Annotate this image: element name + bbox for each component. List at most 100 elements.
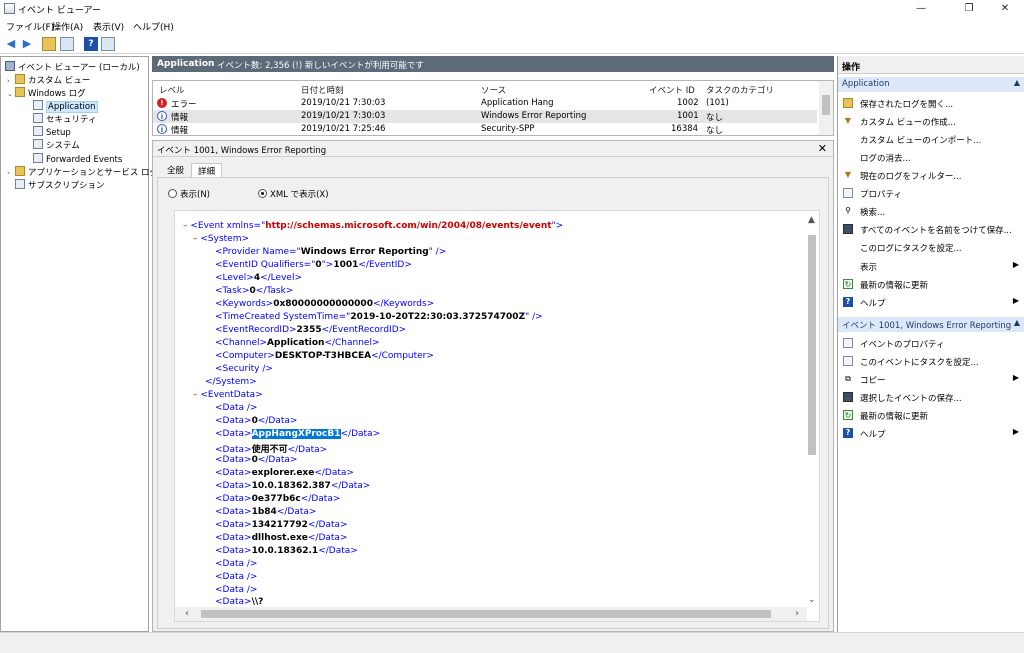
menu-view[interactable]: 表示(V) — [93, 20, 124, 33]
xml-line-data: <Data>0</Data> — [215, 455, 298, 465]
folder-icon — [15, 74, 25, 84]
forward-arrow-icon[interactable]: ▶ — [20, 37, 34, 51]
show-hide-tree-icon[interactable] — [60, 37, 74, 51]
filter-icon: ▼ — [844, 116, 852, 125]
log-icon — [33, 100, 43, 110]
scrollbar-thumb[interactable] — [201, 610, 771, 618]
menu-action[interactable]: 操作(A) — [52, 20, 83, 33]
column-header-task-category[interactable]: タスクのカテゴリ — [706, 84, 774, 96]
collapse-caret-icon[interactable]: ▲ — [1014, 318, 1020, 327]
xml-line-data: <Data>dllhost.exe</Data> — [215, 533, 348, 543]
event-row[interactable]: ! エラー 2019/10/21 7:30:03 Application Han… — [153, 97, 817, 110]
show-hide-action-pane-icon[interactable] — [101, 37, 115, 51]
action-refresh-event[interactable]: ↻ 最新の情報に更新 — [838, 406, 1024, 424]
xml-line-data: <Data>使用不可</Data> — [215, 445, 328, 455]
xml-line-eventrecordid: <EventRecordID>2355</EventRecordID> — [215, 325, 407, 335]
back-arrow-icon[interactable]: ◀ — [4, 37, 18, 51]
event-row[interactable]: i 情報 2019/10/21 7:25:46 Security-SPP 163… — [153, 123, 817, 135]
tree-item-apps-services-logs[interactable]: › アプリケーションとサービス ログ — [7, 166, 158, 179]
tab-details[interactable]: 詳細 — [191, 163, 223, 177]
tree-item-application[interactable]: Application — [33, 100, 98, 113]
scrollbar-thumb[interactable] — [808, 235, 816, 455]
scroll-up-icon[interactable]: ▲ — [808, 215, 815, 225]
tree-item-system[interactable]: システム — [33, 139, 80, 152]
actions-section-event[interactable]: イベント 1001, Windows Error Reporting ▲ — [838, 317, 1024, 332]
event-row-selected[interactable]: i 情報 2019/10/21 7:30:03 Windows Error Re… — [153, 110, 817, 123]
action-create-custom-view[interactable]: ▼ カスタム ビューの作成... — [838, 112, 1024, 130]
action-filter-current-log[interactable]: ▼ 現在のログをフィルター... — [838, 166, 1024, 184]
xml-horizontal-scrollbar[interactable]: ‹ › — [175, 607, 807, 621]
info-icon: i — [157, 124, 167, 134]
action-save-selected-events[interactable]: 選択したイベントの保存... — [838, 388, 1024, 406]
action-help-event[interactable]: ? ヘルプ ▶ — [838, 424, 1024, 442]
collapse-minus-icon[interactable]: – — [193, 390, 198, 400]
xml-vertical-scrollbar[interactable]: ▲ ⌄ — [805, 211, 819, 609]
restore-button[interactable]: ❐ — [952, 0, 986, 18]
action-attach-task-to-event[interactable]: このイベントにタスクを設定... — [838, 352, 1024, 370]
column-header-source[interactable]: ソース — [481, 84, 506, 96]
collapse-caret-icon[interactable]: ▲ — [1014, 78, 1020, 87]
xml-line-provider: <Provider Name="Windows Error Reporting"… — [215, 247, 447, 257]
radio-xml-view[interactable]: XML で表示(X) — [258, 188, 329, 200]
collapse-minus-icon[interactable]: – — [193, 234, 198, 244]
xml-line-system: – <System> — [193, 234, 250, 244]
xml-line-system-close: </System> — [205, 377, 257, 387]
xml-line-data: <Data>10.0.18362.1</Data> — [215, 546, 358, 556]
close-icon[interactable]: ✕ — [818, 142, 827, 155]
tab-general[interactable]: 全般 — [161, 163, 190, 177]
error-icon: ! — [157, 98, 167, 108]
action-save-all-events[interactable]: すべてのイベントを名前をつけて保存... — [838, 220, 1024, 238]
action-open-saved-log[interactable]: 保存されたログを開く... — [838, 94, 1024, 112]
minimize-button[interactable]: — — [904, 0, 938, 18]
collapse-minus-icon[interactable]: – — [183, 221, 188, 231]
details-tab-body: 表示(N) XML で表示(X) – <Event xmlns="http://… — [157, 177, 829, 629]
action-properties[interactable]: プロパティ — [838, 184, 1024, 202]
xml-line-eventid: <EventID Qualifiers="0">1001</EventID> — [215, 260, 412, 270]
tree-item-custom-views[interactable]: › カスタム ビュー — [7, 74, 90, 87]
tree-item-forwarded-events[interactable]: Forwarded Events — [33, 153, 122, 166]
action-view[interactable]: 表示 ▶ — [838, 257, 1024, 275]
action-event-properties[interactable]: イベントのプロパティ — [838, 334, 1024, 352]
close-button[interactable]: ✕ — [988, 0, 1022, 18]
actions-section-application[interactable]: Application ▲ — [838, 77, 1024, 92]
radio-circle-icon — [168, 189, 177, 198]
menu-help[interactable]: ヘルプ(H) — [133, 20, 174, 33]
expand-chevron-icon[interactable]: › — [7, 167, 15, 180]
xml-line-level: <Level>4</Level> — [215, 273, 302, 283]
filter-icon: ▼ — [844, 170, 852, 179]
selected-text[interactable]: AppHangXProcB1 — [251, 429, 341, 439]
log-icon — [33, 153, 43, 163]
xml-line-data: <Data>0</Data> — [215, 416, 298, 426]
column-header-datetime[interactable]: 日付と時刻 — [301, 84, 344, 96]
tree-item-windows-logs[interactable]: ⌄ Windows ログ — [7, 87, 86, 100]
menu-bar: ファイル(F) 操作(A) 表示(V) ヘルプ(H) — [0, 18, 1024, 33]
radio-friendly-view[interactable]: 表示(N) — [168, 188, 210, 200]
column-header-event-id[interactable]: イベント ID — [649, 84, 695, 96]
tree-item-security[interactable]: セキュリティ — [33, 113, 97, 126]
scroll-down-icon[interactable]: ⌄ — [808, 595, 816, 605]
action-help[interactable]: ? ヘルプ ▶ — [838, 293, 1024, 311]
help-icon[interactable]: ? — [84, 37, 98, 51]
action-import-custom-view[interactable]: カスタム ビューのインポート... — [838, 130, 1024, 148]
help-icon: ? — [843, 297, 853, 307]
action-attach-task-to-log[interactable]: このログにタスクを設定... — [838, 238, 1024, 256]
scroll-right-icon[interactable]: › — [795, 608, 799, 619]
action-refresh[interactable]: ↻ 最新の情報に更新 — [838, 275, 1024, 293]
scrollbar-thumb[interactable] — [822, 95, 830, 115]
menu-file[interactable]: ファイル(F) — [6, 20, 54, 33]
tree-item-subscriptions[interactable]: サブスクリプション — [15, 179, 105, 192]
column-header-level[interactable]: レベル — [159, 84, 185, 96]
event-list-scrollbar[interactable] — [819, 81, 833, 135]
action-copy[interactable]: ⧉ コピー ▶ — [838, 370, 1024, 388]
save-icon — [843, 392, 853, 402]
collapse-chevron-icon[interactable]: ⌄ — [7, 88, 15, 101]
tree-item-setup[interactable]: Setup — [33, 126, 71, 139]
tree-item-event-viewer-local[interactable]: イベント ビューアー (ローカル) — [5, 61, 140, 74]
open-folder-icon[interactable] — [42, 37, 56, 51]
action-find[interactable]: ⚲ 検索... — [838, 202, 1024, 220]
xml-line-channel: <Channel>Application</Channel> — [215, 338, 380, 348]
action-clear-log[interactable]: ログの消去... — [838, 148, 1024, 166]
scroll-left-icon[interactable]: ‹ — [185, 608, 189, 619]
xml-line-keywords: <Keywords>0x80000000000000</Keywords> — [215, 299, 435, 309]
computer-icon — [5, 61, 15, 71]
